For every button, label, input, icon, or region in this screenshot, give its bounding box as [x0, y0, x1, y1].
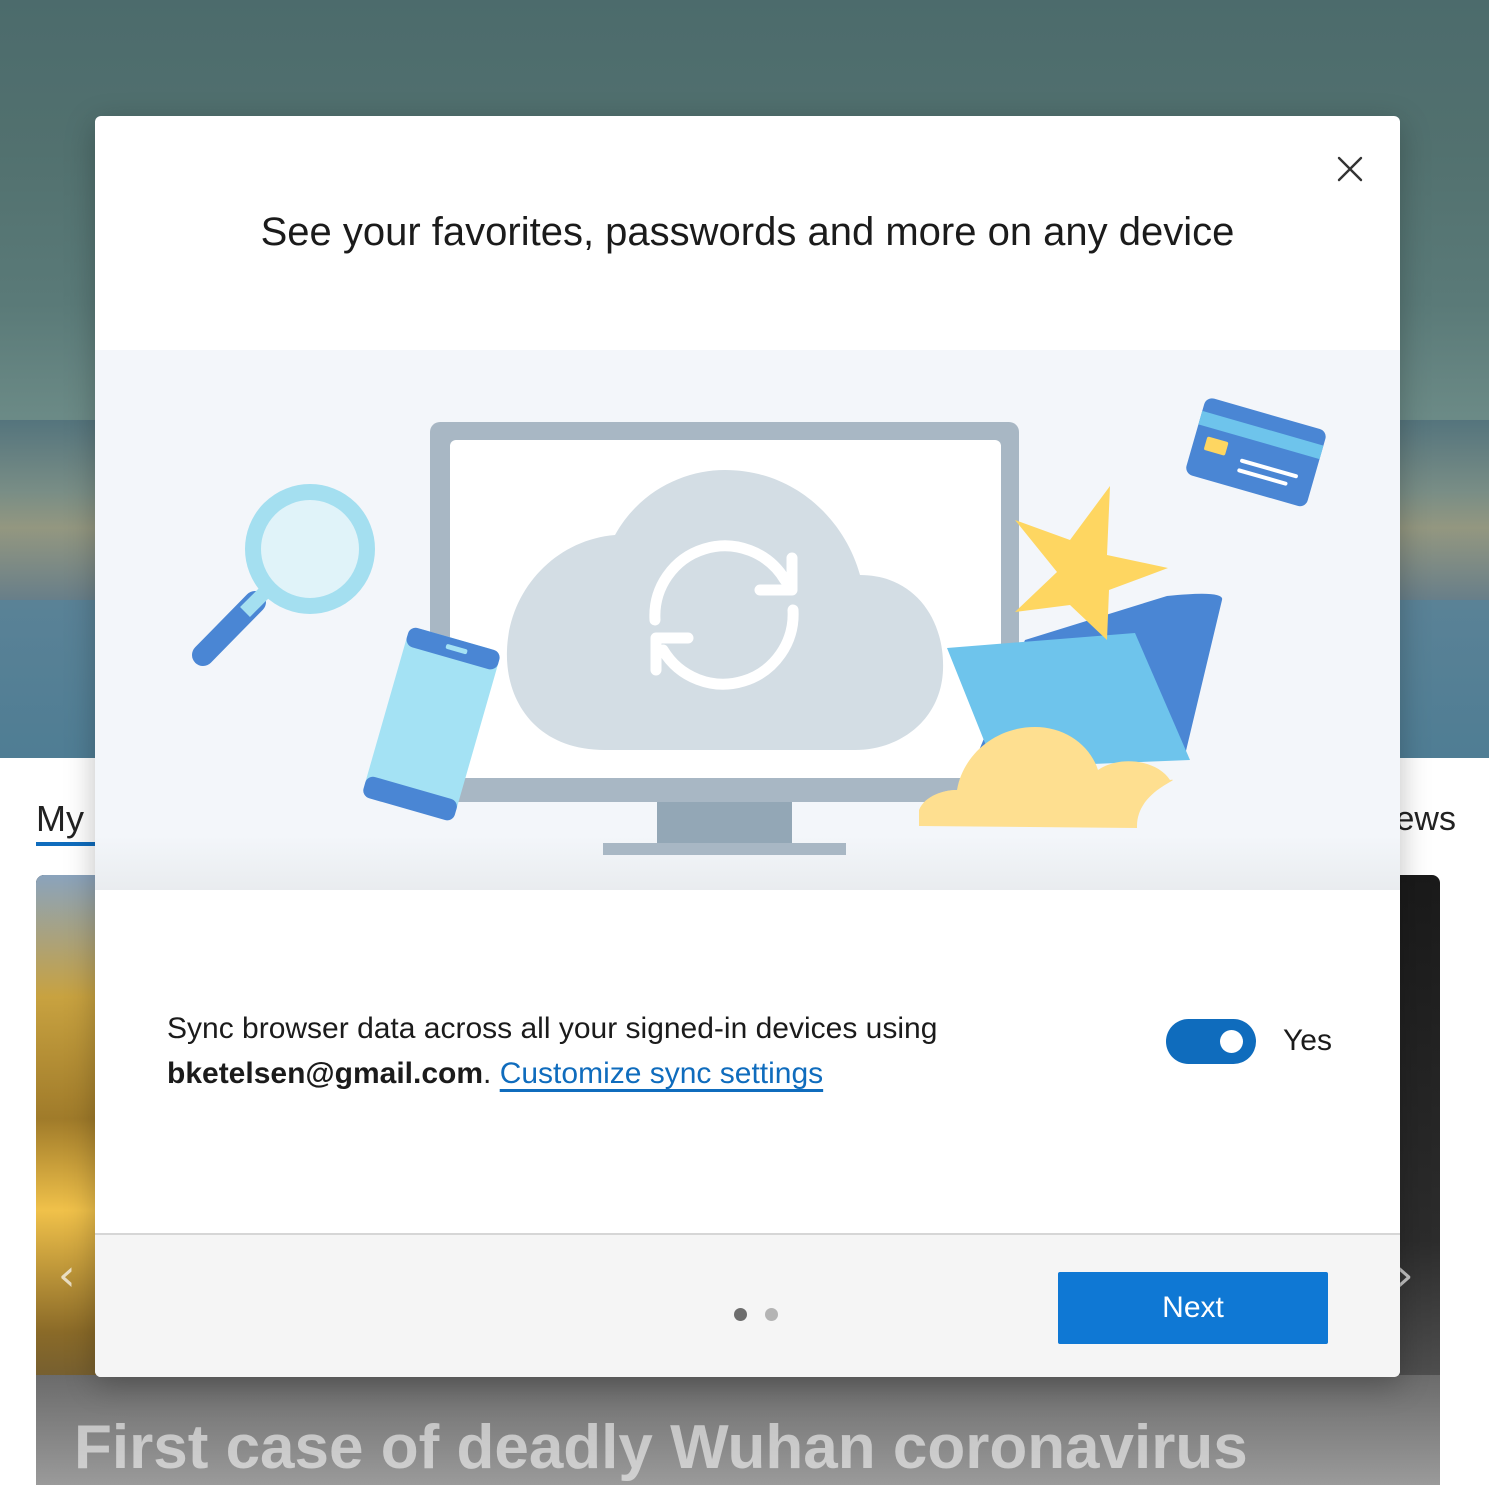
sync-illustration-graphic — [192, 398, 1326, 855]
pager-dot-1[interactable] — [734, 1308, 747, 1321]
sync-toggle-knob — [1220, 1030, 1243, 1053]
close-icon — [1337, 156, 1363, 182]
news-headline[interactable]: First case of deadly Wuhan coronavirus — [74, 1412, 1248, 1483]
dialog-footer: Next — [95, 1233, 1400, 1377]
customize-sync-link[interactable]: Customize sync settings — [500, 1057, 823, 1090]
feed-tab-news[interactable]: News — [1396, 800, 1456, 839]
sync-dialog: See your favorites, passwords and more o… — [95, 116, 1400, 1377]
close-button[interactable] — [1330, 149, 1370, 189]
dialog-title: See your favorites, passwords and more o… — [260, 210, 1235, 254]
pager-dot-2[interactable] — [765, 1308, 778, 1321]
credit-card-icon — [1186, 398, 1326, 507]
next-button[interactable]: Next — [1058, 1272, 1328, 1344]
magnifier-icon — [192, 484, 375, 666]
sync-description: Sync browser data across all your signed… — [167, 1006, 1067, 1096]
sync-description-punctuation: . — [483, 1057, 500, 1090]
sync-illustration — [95, 350, 1400, 890]
sync-toggle[interactable] — [1166, 1019, 1256, 1064]
feed-tab-my[interactable]: My — [36, 798, 84, 840]
sync-toggle-label: Yes — [1283, 1024, 1332, 1057]
sync-description-text: Sync browser data across all your signed… — [167, 1012, 938, 1045]
account-email: bketelsen@gmail.com — [167, 1057, 484, 1090]
feed-tab-active-indicator — [36, 842, 96, 846]
carousel-prev-icon[interactable]: ‹ — [58, 1250, 76, 1301]
